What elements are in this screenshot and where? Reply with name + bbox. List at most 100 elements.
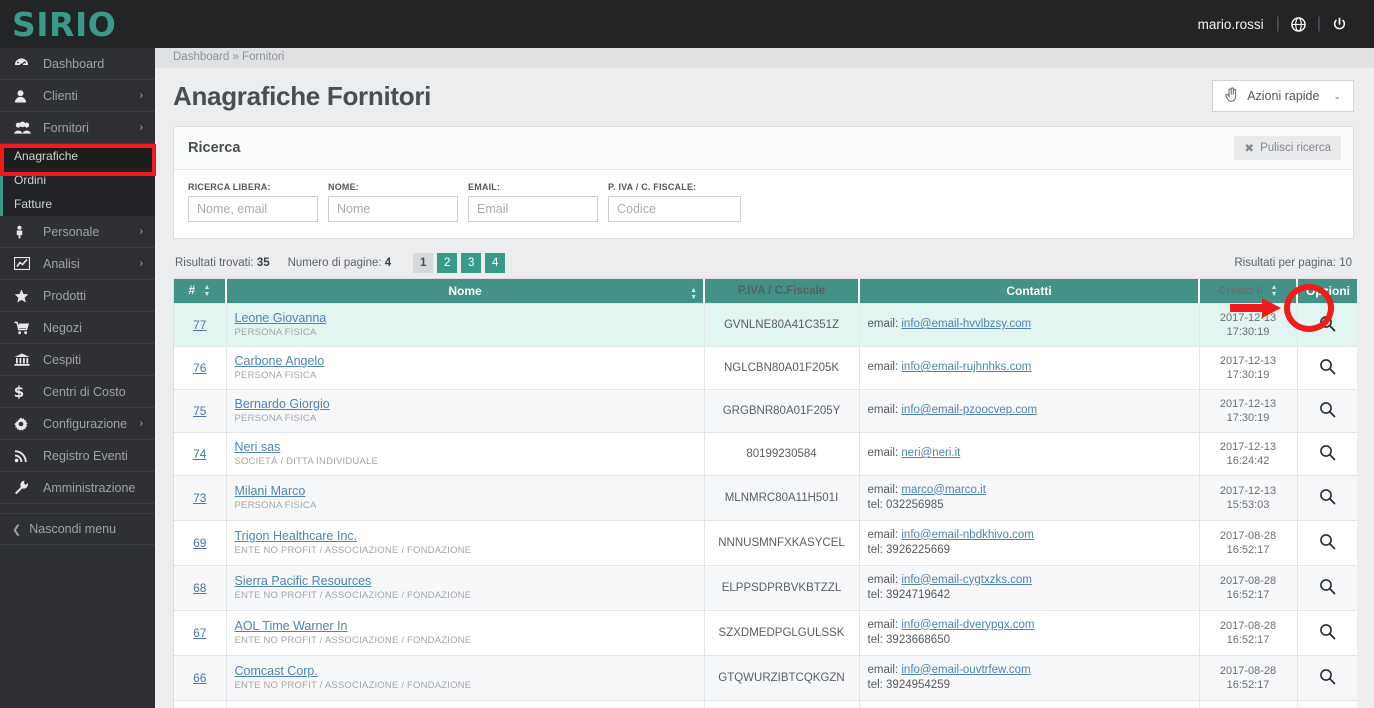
sidebar-item-centri-di-costo[interactable]: $ Centri di Costo <box>0 376 155 408</box>
row-name-link[interactable]: Comcast Corp. <box>235 664 696 678</box>
row-name-cell: Milani Marco PERSONA FISICA <box>226 475 704 520</box>
row-id-link[interactable]: 67 <box>193 626 206 640</box>
row-email-link[interactable]: info@email-hvvlbzsy.com <box>901 318 1031 330</box>
row-piva-cell: RLBUYWTJZXGGXRPH <box>704 700 859 708</box>
row-email-link[interactable]: info@email-rujhnhks.com <box>901 361 1031 373</box>
magnifier-icon[interactable] <box>1319 578 1336 595</box>
suppliers-table-wrap: # ▲▼ Nome ▲▼ P.IVA / C.Fiscale Contatti <box>173 278 1354 708</box>
row-options-cell <box>1297 303 1357 346</box>
row-email-link[interactable]: info@email-ouvtrfew.com <box>901 664 1030 676</box>
row-name-link[interactable]: Carbone Angelo <box>235 354 696 368</box>
row-time: 16:52:17 <box>1208 678 1289 692</box>
magnifier-icon[interactable] <box>1319 315 1336 332</box>
column-header-contacts[interactable]: Contatti <box>859 279 1199 303</box>
row-contacts-cell: email: info@email-rujhnhks.com <box>859 346 1199 389</box>
sidebar-item-prodotti[interactable]: Prodotti <box>0 280 155 312</box>
row-email-link[interactable]: info@email-pzoocvep.com <box>901 404 1037 416</box>
row-type-label: PERSONA FISICA <box>235 500 696 511</box>
sidebar-item-dashboard[interactable]: Dashboard <box>0 48 155 80</box>
row-name-link[interactable]: Sierra Pacific Resources <box>235 574 696 588</box>
page-button-1[interactable]: 1 <box>413 253 433 273</box>
row-email: email: info@email-hvvlbzsy.com <box>868 317 1191 332</box>
row-type-label: SOCIETÀ / DITTA INDIVIDUALE <box>235 456 696 467</box>
row-id-link[interactable]: 66 <box>193 671 206 685</box>
row-piva-cell: NNNUSMNFXKASYCEL <box>704 520 859 565</box>
column-header-label: Opzioni <box>1306 284 1350 298</box>
sidebar-item-ordini[interactable]: Ordini <box>3 168 155 192</box>
row-email: email: info@email-pzoocvep.com <box>868 403 1191 418</box>
magnifier-icon[interactable] <box>1319 358 1336 375</box>
globe-icon[interactable] <box>1280 17 1317 32</box>
wrench-icon <box>14 480 36 495</box>
sidebar-item-fornitori[interactable]: Fornitori › <box>0 112 155 144</box>
sidebar-item-clienti[interactable]: Clienti › <box>0 80 155 112</box>
row-email-link[interactable]: info@email-dverypgx.com <box>901 619 1034 631</box>
column-header-piva[interactable]: P.IVA / C.Fiscale <box>704 279 859 303</box>
column-header-created[interactable]: Creato il ▲▼ <box>1199 279 1297 303</box>
sidebar-item-cespiti[interactable]: Cespiti <box>0 344 155 376</box>
row-email-link[interactable]: info@email-nbdkhivo.com <box>901 529 1033 541</box>
row-date: 2017-08-28 <box>1208 664 1289 678</box>
power-icon[interactable] <box>1321 17 1358 32</box>
row-date: 2017-12-13 <box>1208 484 1289 498</box>
results-bar: Risultati trovati: 35 Numero di pagine: … <box>173 253 1354 273</box>
sidebar-item-anagrafiche[interactable]: Anagrafiche <box>3 144 155 168</box>
search-input-nome[interactable] <box>328 196 458 222</box>
field-email: EMAIL: <box>468 182 598 222</box>
row-name-link[interactable]: Bernardo Giorgio <box>235 397 696 411</box>
sidebar-item-configurazione[interactable]: Configurazione › <box>0 408 155 440</box>
logo[interactable]: SIRIO <box>0 0 165 48</box>
sidebar-item-analisi[interactable]: Analisi › <box>0 248 155 280</box>
sidebar-item-personale[interactable]: Personale › <box>0 216 155 248</box>
row-name-link[interactable]: AOL Time Warner In <box>235 619 696 633</box>
row-id-link[interactable]: 74 <box>193 447 206 461</box>
clear-search-button[interactable]: ✖ Pulisci ricerca <box>1234 136 1341 160</box>
row-id-link[interactable]: 77 <box>193 318 206 332</box>
logo-text: SIRIO <box>12 8 116 41</box>
row-email: email: info@email-nbdkhivo.com <box>868 528 1191 543</box>
row-id-link[interactable]: 69 <box>193 536 206 550</box>
column-header-id[interactable]: # ▲▼ <box>174 279 226 303</box>
page-button-4[interactable]: 4 <box>485 253 505 273</box>
row-id-cell: 77 <box>174 303 226 346</box>
magnifier-icon[interactable] <box>1319 668 1336 685</box>
row-name-link[interactable]: Neri sas <box>235 440 696 454</box>
page-button-3[interactable]: 3 <box>461 253 481 273</box>
sidebar-item-registro-eventi[interactable]: Registro Eventi <box>0 440 155 472</box>
row-name-link[interactable]: Milani Marco <box>235 484 696 498</box>
magnifier-icon[interactable] <box>1319 533 1336 550</box>
hide-menu-button[interactable]: ❮ Nascondi menu <box>0 513 155 545</box>
magnifier-icon[interactable] <box>1319 401 1336 418</box>
search-input-email[interactable] <box>468 196 598 222</box>
gear-icon <box>14 417 36 431</box>
page-title: Anagrafiche Fornitori <box>173 81 431 112</box>
row-id-link[interactable]: 73 <box>193 491 206 505</box>
magnifier-icon[interactable] <box>1319 444 1336 461</box>
row-contacts-cell: email: info@email-ouvtrfew.comtel: 39249… <box>859 655 1199 700</box>
magnifier-icon[interactable] <box>1319 623 1336 640</box>
column-header-name[interactable]: Nome ▲▼ <box>226 279 704 303</box>
row-email-link[interactable]: marco@marco.it <box>901 484 986 496</box>
magnifier-icon[interactable] <box>1319 488 1336 505</box>
row-email: email: neri@neri.it <box>868 446 1191 461</box>
row-id-link[interactable]: 68 <box>193 581 206 595</box>
row-name-link[interactable]: Leone Giovanna <box>235 311 696 325</box>
row-tel: tel: 3924719642 <box>868 588 1191 603</box>
row-contacts-cell: email: info@email-ojybseuc.comtel: 39273… <box>859 700 1199 708</box>
row-id-link[interactable]: 76 <box>193 361 206 375</box>
sidebar-item-amministrazione[interactable]: Amministrazione <box>0 472 155 504</box>
row-id-link[interactable]: 75 <box>193 404 206 418</box>
sidebar-item-fatture[interactable]: Fatture <box>3 192 155 216</box>
row-name-link[interactable]: Trigon Healthcare Inc. <box>235 529 696 543</box>
page-button-2[interactable]: 2 <box>437 253 457 273</box>
row-email-link[interactable]: neri@neri.it <box>901 447 960 459</box>
sidebar-item-negozi[interactable]: Negozi <box>0 312 155 344</box>
search-input-piva[interactable] <box>608 196 741 222</box>
row-options-cell <box>1297 655 1357 700</box>
quick-actions-button[interactable]: Azioni rapide ⌄ <box>1212 80 1354 112</box>
row-email-link[interactable]: info@email-cygtxzks.com <box>901 574 1032 586</box>
row-time: 15:53:03 <box>1208 498 1289 512</box>
search-input-free[interactable] <box>188 196 318 222</box>
row-contacts-cell: email: info@email-dverypgx.comtel: 39236… <box>859 610 1199 655</box>
hide-menu-label: Nascondi menu <box>29 522 116 536</box>
